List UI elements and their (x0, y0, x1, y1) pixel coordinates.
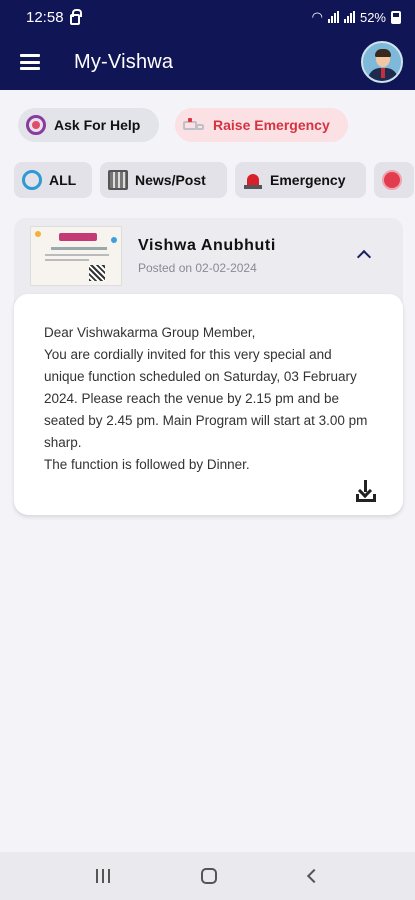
ask-for-help-label: Ask For Help (54, 117, 141, 133)
filter-chips: ALL News/Post Emergency (14, 162, 415, 198)
news-icon (108, 170, 128, 190)
raise-emergency-button[interactable]: Raise Emergency (175, 108, 348, 142)
status-time: 12:58 (26, 8, 64, 26)
help-icon (26, 115, 46, 135)
wifi-icon: ◠ (311, 9, 323, 24)
filter-chip-news-post[interactable]: News/Post (100, 162, 227, 198)
raise-emergency-label: Raise Emergency (213, 117, 330, 133)
filter-chip-label: Emergency (270, 172, 346, 188)
ask-for-help-button[interactable]: Ask For Help (18, 108, 159, 142)
back-icon[interactable] (307, 868, 322, 884)
system-nav-bar (0, 852, 415, 900)
post-card-header[interactable]: Vishwa Anubhuti Posted on 02-02-2024 (14, 218, 403, 294)
post-card: Vishwa Anubhuti Posted on 02-02-2024 Dea… (14, 218, 403, 515)
post-title: Vishwa Anubhuti (138, 237, 276, 254)
status-bar: 12:58 ◠ 52% (0, 0, 415, 34)
post-thumbnail[interactable] (30, 226, 122, 286)
action-row: Ask For Help Raise Emergency (18, 108, 348, 142)
ambulance-icon (183, 118, 205, 132)
download-icon[interactable] (355, 480, 377, 502)
home-icon[interactable] (201, 868, 218, 884)
avatar[interactable] (361, 41, 403, 83)
signal-icon-2 (343, 11, 355, 23)
post-card-body: Dear Vishwakarma Group Member, You are c… (14, 294, 403, 515)
app-bar: My-Vishwa (0, 34, 415, 90)
alarm-icon (243, 170, 263, 190)
chevron-up-icon[interactable] (356, 249, 372, 265)
filter-chip-more[interactable] (374, 162, 414, 198)
battery-icon (391, 10, 401, 24)
filter-chip-all[interactable]: ALL (14, 162, 92, 198)
filter-chip-label: ALL (49, 172, 77, 188)
more-category-icon (382, 170, 402, 190)
post-message: Dear Vishwakarma Group Member, You are c… (44, 325, 368, 472)
post-date: Posted on 02-02-2024 (138, 261, 257, 275)
app-title: My-Vishwa (74, 50, 174, 73)
signal-icon (327, 11, 339, 23)
recent-apps-icon[interactable] (95, 869, 110, 883)
all-icon (22, 170, 42, 190)
battery-percent: 52% (359, 9, 386, 25)
lock-icon (69, 8, 82, 25)
filter-chip-emergency[interactable]: Emergency (235, 162, 366, 198)
menu-icon[interactable] (20, 54, 40, 70)
filter-chip-label: News/Post (135, 172, 206, 188)
